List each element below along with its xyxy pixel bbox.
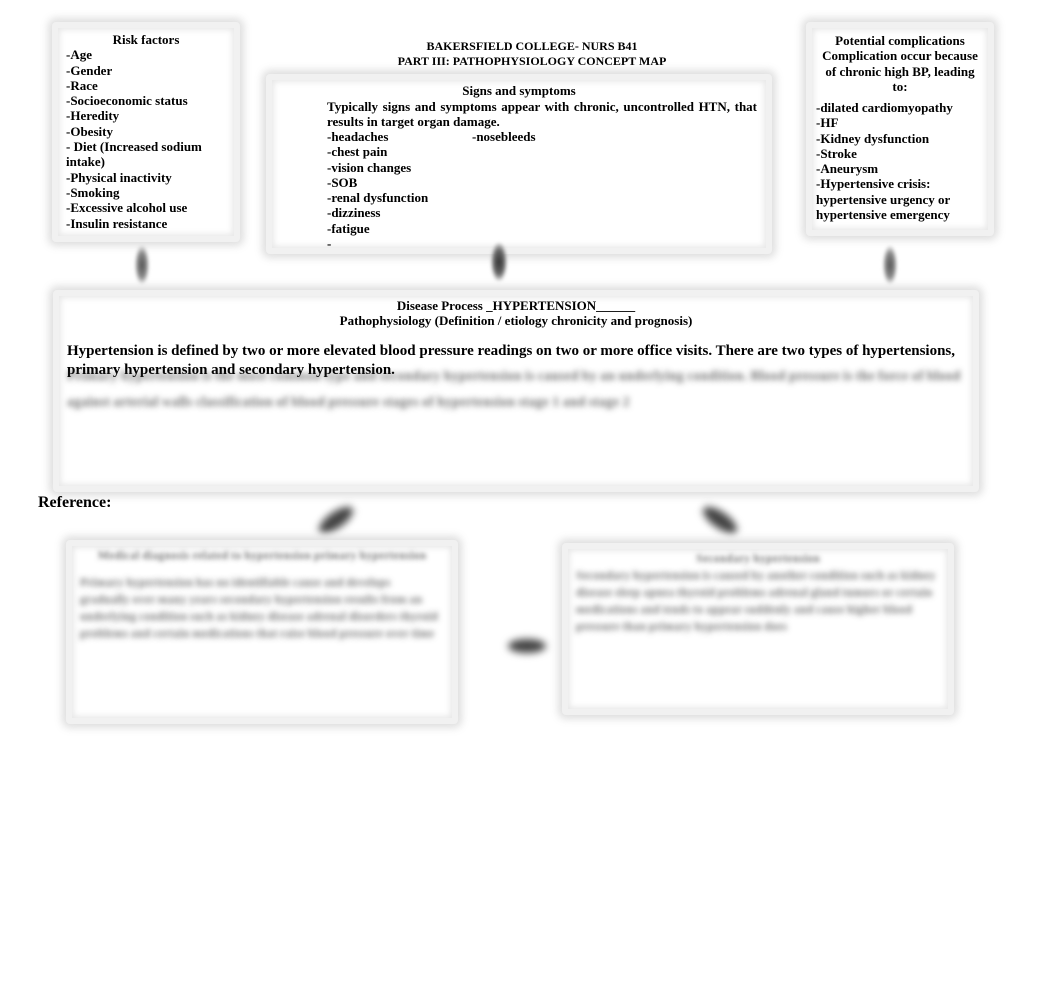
list-item: -Age xyxy=(66,47,92,63)
blurred-content: Secondary hypertension is caused by anot… xyxy=(576,568,936,633)
list-item: hypertensive emergency xyxy=(816,207,950,223)
list-item: -SOB xyxy=(327,174,358,190)
document-title: BAKERSFIELD COLLEGE- NURS B41 PART III: … xyxy=(262,39,802,68)
connector-arrow-icon xyxy=(135,246,149,284)
complications-heading-line: Potential complications xyxy=(835,33,965,48)
secondary-box: Secondary hypertension Secondary hyperte… xyxy=(562,543,954,715)
list-item: -Socioeconomic status xyxy=(66,93,188,109)
complications-heading-line: of chronic high BP, leading xyxy=(825,63,975,79)
list-item: -Excessive alcohol use xyxy=(66,200,188,216)
list-item: -Insulin resistance xyxy=(66,215,168,231)
risk-factors-list: -Age -Gender -Race -Socioeconomic status… xyxy=(66,47,236,231)
list-item: -Hypertensive crisis: xyxy=(816,176,931,192)
list-item: -vision changes xyxy=(327,159,412,175)
list-item: -Race xyxy=(66,77,98,93)
blurred-title: Secondary hypertension xyxy=(696,551,820,565)
connector-arrow-icon xyxy=(699,501,741,539)
disease-process-box: Disease Process _HYPERTENSION______ Path… xyxy=(53,290,979,492)
complications-heading-line: to: xyxy=(892,78,908,94)
connector-arrow-icon xyxy=(315,501,357,539)
complications-list: -dilated cardiomyopathy -HF -Kidney dysf… xyxy=(816,100,953,222)
connector-arrow-icon xyxy=(883,246,897,284)
list-item: -Obesity xyxy=(66,123,113,139)
list-item: -Aneurysm xyxy=(816,161,879,177)
list-item: -Stroke xyxy=(816,145,857,161)
blurred-content: Primary hypertension is the most common … xyxy=(67,369,961,410)
disease-process-heading: Disease Process _HYPERTENSION______ xyxy=(396,298,636,313)
list-item: -fatigue xyxy=(327,220,370,236)
list-item: -dizziness xyxy=(327,205,381,221)
title-line-1: BAKERSFIELD COLLEGE- NURS B41 xyxy=(426,39,638,53)
connector-arrow-icon xyxy=(508,639,546,653)
list-item: -Physical inactivity xyxy=(66,169,172,185)
list-item: - xyxy=(327,236,332,252)
signs-symptoms-heading: Signs and symptoms xyxy=(462,83,576,98)
list-item: -Kidney dysfunction xyxy=(816,130,930,146)
list-item: intake) xyxy=(66,154,105,170)
reference-label: Reference: xyxy=(38,494,112,511)
list-item: -HF xyxy=(816,115,839,131)
risk-factors-heading: Risk factors xyxy=(112,32,180,47)
list-item: -Heredity xyxy=(66,108,120,124)
title-line-2: PART III: PATHOPHYSIOLOGY CONCEPT MAP xyxy=(397,53,667,68)
complications-heading: Potential complications Complication occ… xyxy=(812,33,988,94)
signs-symptoms-intro: Typically signs and symptoms appear with… xyxy=(327,99,757,129)
list-item: -Smoking xyxy=(66,184,120,200)
list-item: hypertensive urgency or xyxy=(816,191,951,207)
pathophysiology-subheading: Pathophysiology (Definition / etiology c… xyxy=(339,313,693,329)
list-item-nosebleeds: -nosebleeds xyxy=(472,129,536,144)
complications-box: Potential complications Complication occ… xyxy=(806,22,994,236)
blurred-title: Medical diagnosis related to hypertensio… xyxy=(97,548,427,562)
connector-arrow-icon xyxy=(491,243,507,281)
complications-heading-line: Complication occur because xyxy=(822,48,978,64)
list-item: -headaches xyxy=(327,129,389,144)
signs-symptoms-box: Signs and symptoms Typically signs and s… xyxy=(266,74,772,254)
list-item: -chest pain xyxy=(327,144,388,160)
medical-diagnosis-box: Medical diagnosis related to hypertensio… xyxy=(66,540,458,724)
disease-process-header: Disease Process _HYPERTENSION______ Path… xyxy=(59,298,973,329)
signs-symptoms-list: -headaches -chest pain -vision changes -… xyxy=(327,129,428,251)
list-item: -dilated cardiomyopathy xyxy=(816,100,953,115)
list-item: - Diet (Increased sodium xyxy=(66,139,202,155)
risk-factors-box: Risk factors -Age -Gender -Race -Socioec… xyxy=(52,22,240,242)
list-item: -renal dysfunction xyxy=(327,190,429,206)
list-item: -Gender xyxy=(66,62,113,78)
blurred-content: Primary hypertension has no identifiable… xyxy=(80,575,438,640)
